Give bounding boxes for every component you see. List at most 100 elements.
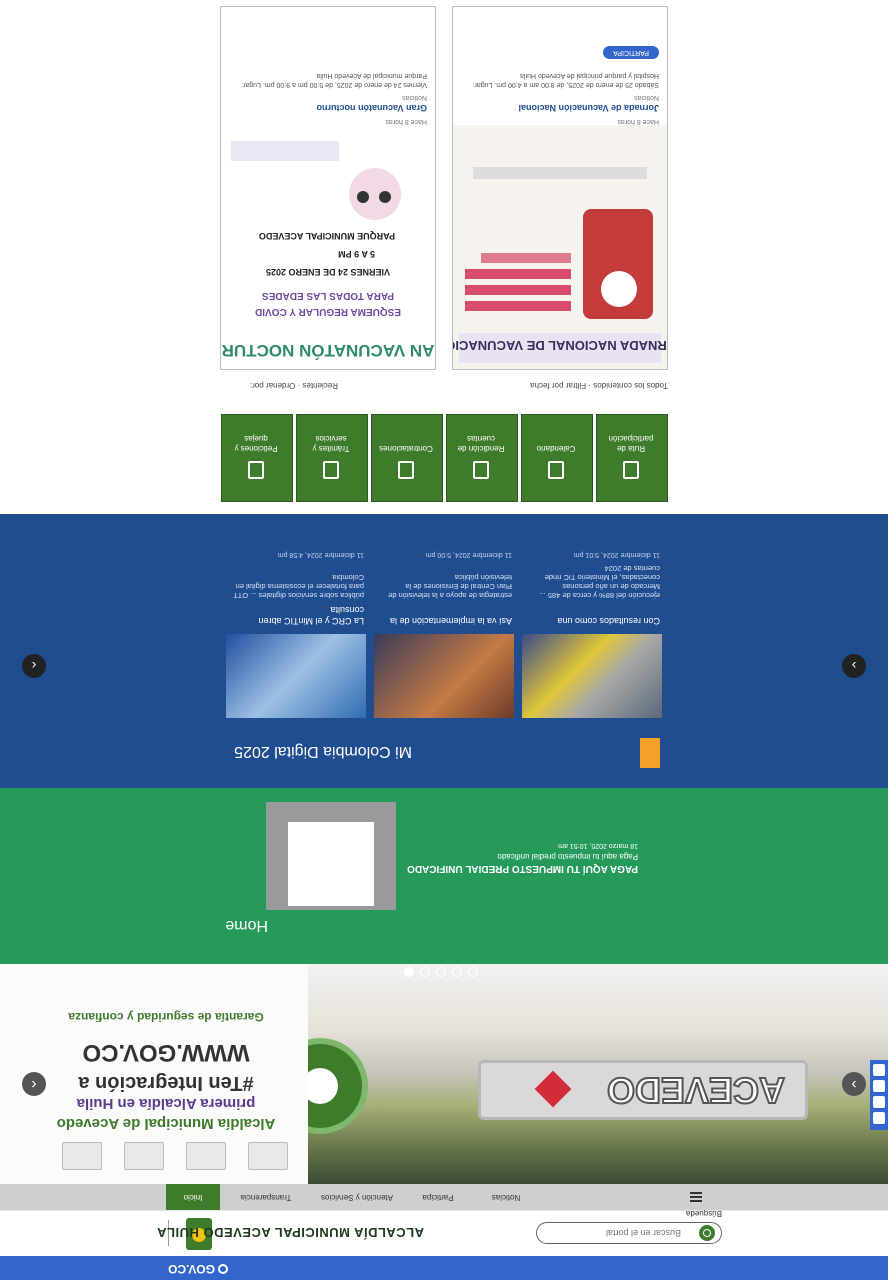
news-card[interactable]: La CRC y el MinTIC abren consulta públic… (226, 551, 366, 718)
accessibility-tool-icon[interactable] (873, 1112, 885, 1124)
hero-carousel: ACEVEDO Alcaldía Municipal de Acevedo pr… (0, 964, 888, 1184)
sort-label: Ordenar por: (249, 381, 296, 390)
govco-logo[interactable]: GOV.CO (168, 1262, 228, 1276)
nav-item-inicio[interactable]: Inicio (166, 1184, 220, 1210)
poster-title: JORNADA NACIONAL DE VACUNACIÓN (453, 338, 667, 353)
news-date: 18 marzo 2025, 10:51 am (558, 842, 638, 849)
news-card-title[interactable]: La CRC y el MinTIC abren consulta (226, 604, 364, 626)
hero-line-5: Garantía de seguridad y confianza (68, 1010, 264, 1024)
accessibility-toolbar (870, 1060, 888, 1130)
carousel-pause-button[interactable]: Detener (70, 966, 102, 976)
hero-line-3: #Ten Integración a (78, 1072, 254, 1094)
tile-label: Contrataciones (379, 444, 433, 453)
tile-peticiones[interactable]: Peticiones y quejas (221, 414, 293, 502)
town-sign: ACEVEDO (478, 1060, 808, 1120)
post-excerpt: Sábado 25 de enero de 2025, de 8:00 am a… (472, 72, 659, 88)
home-section-title: Home (225, 917, 268, 934)
digital-next-arrow-icon[interactable]: › (842, 654, 866, 678)
carousel-dot[interactable] (468, 967, 478, 977)
govco-icon (218, 1264, 228, 1274)
search-icon[interactable] (699, 1225, 715, 1241)
calendar-icon (548, 461, 564, 479)
vaccination-poster: JORNADA NACIONAL DE VACUNACIÓN (453, 125, 667, 369)
tile-tramites[interactable]: Trámites y servicios (296, 414, 368, 502)
tile-label: Calendario (536, 444, 576, 453)
chart-icon (473, 461, 489, 479)
nav-item-noticias[interactable]: Noticias (474, 1184, 538, 1210)
tile-rendicion-cuentas[interactable]: Rendición de cuentas (446, 414, 518, 502)
post-card[interactable]: JORNADA NACIONAL DE VACUNACIÓN Hace 8 ho… (452, 6, 668, 370)
news-image-frame[interactable] (266, 802, 396, 910)
hand-icon (623, 461, 639, 479)
news-card-image (374, 634, 514, 718)
file-icon (248, 461, 264, 479)
news-card[interactable]: Así va la implementación de la estrategi… (374, 551, 514, 718)
mintic-logo (640, 738, 660, 768)
accessibility-tool-icon[interactable] (873, 1064, 885, 1076)
tile-label: Trámites y servicios (312, 434, 350, 453)
digital-prev-arrow-icon[interactable]: ‹ (22, 654, 46, 678)
hero-next-arrow-icon[interactable]: › (842, 1072, 866, 1096)
nav-item-atencion[interactable]: Atención y Servicios (312, 1184, 402, 1210)
tile-label: Peticiones y quejas (234, 434, 278, 453)
news-card-title[interactable]: Así va la implementación de la (374, 615, 512, 626)
post-card[interactable]: GRAN VACUNATÓN NOCTURNO ESQUEMA REGULAR … (220, 6, 436, 370)
date-filter-value: Todos los contenidos (593, 381, 668, 390)
partner-logo (62, 1142, 102, 1170)
date-filter[interactable]: Todos los contenidos · Filtrar por fecha (530, 381, 668, 390)
carousel-dot[interactable] (420, 967, 430, 977)
news-card-date: 11 diciembre 2024, 4:58 pm (277, 551, 364, 558)
hero-slogan-panel: Alcaldía Municipal de Acevedo primera Al… (0, 964, 308, 1184)
post-category: Noticias (402, 94, 427, 101)
main-nav: Inicio Transparencia Atención y Servicio… (0, 1184, 888, 1210)
news-card[interactable]: Con resultados como una ejecución del 88… (522, 551, 662, 718)
news-card-excerpt: pública sobre servicios digitales ... OT… (233, 573, 364, 600)
post-title[interactable]: Gran Vacunatón nocturno (316, 103, 427, 113)
hero-line-1: Alcaldía Municipal de Acevedo (56, 1115, 276, 1132)
news-card-date: 11 diciembre 2024, 5:01 pm (573, 551, 660, 558)
post-meta: Hace 8 horas (385, 118, 427, 125)
hero-carousel-dots (404, 967, 478, 977)
search-input[interactable] (541, 1225, 681, 1241)
partner-logo-strip (48, 1140, 288, 1170)
partner-logo (186, 1142, 226, 1170)
accessibility-tool-icon[interactable] (873, 1080, 885, 1092)
poster-sub: ESQUEMA REGULAR Y COVID (255, 306, 401, 317)
nav-item-transparencia[interactable]: Transparencia (224, 1184, 308, 1210)
hero-line-2: primera Alcaldía en Huila (76, 1095, 256, 1112)
news-card-excerpt: estrategia de apoyo a la televisión de P… (388, 573, 512, 600)
sort-filter[interactable]: Recientes · Ordenar por: (250, 381, 338, 390)
carousel-dot[interactable] (436, 967, 446, 977)
poster-place: PARQUE MUNICIPAL ACEVEDO (259, 231, 395, 241)
carousel-dot[interactable] (452, 967, 462, 977)
partner-logo (248, 1142, 288, 1170)
tile-contrataciones[interactable]: Contrataciones (371, 414, 443, 502)
tile-calendario[interactable]: Calendario (521, 414, 593, 502)
tile-ruta-participacion[interactable]: Ruta de participación (596, 414, 668, 502)
site-brand-title[interactable]: ALCALDÍA MUNICIPAL ACEVEDO HUILA (157, 1225, 424, 1240)
govco-label: GOV.CO (168, 1262, 215, 1276)
post-category: Noticias (634, 94, 659, 101)
news-card-title[interactable]: Con resultados como una (522, 615, 660, 626)
hero-prev-arrow-icon[interactable]: ‹ (22, 1072, 46, 1096)
tile-label: Ruta de participación (608, 434, 654, 453)
content-filters: Todos los contenidos · Filtrar por fecha… (220, 374, 668, 392)
carousel-dot-active[interactable] (404, 967, 414, 977)
nav-item-participa[interactable]: Participa (408, 1184, 468, 1210)
colombia-digital-title: Mi Colombia Digital 2025 (234, 743, 412, 760)
post-excerpt: Viernes 24 de enero de 2025, de 5:00 pm … (241, 72, 427, 88)
poster-time: 5 A 9 PM (338, 249, 375, 259)
hamburger-menu-icon[interactable] (690, 1192, 702, 1202)
poster-date: VIERNES 24 DE ENERO 2025 (266, 267, 390, 277)
date-filter-label: Filtrar por fecha (530, 381, 587, 390)
poster-sub2: PARA TODAS LAS EDADES (262, 290, 394, 301)
hero-line-4: WWW.GOV.CO (82, 1039, 250, 1066)
advanced-search-link[interactable]: Búsqueda (686, 1209, 722, 1218)
participa-button[interactable]: PARTICIPA (603, 46, 659, 59)
accessibility-tool-icon[interactable] (873, 1096, 885, 1108)
post-title[interactable]: Jornada de Vacunación Nacional (518, 103, 659, 113)
colombia-digital-section: Mi Colombia Digital 2025 La CRC y el Min… (0, 514, 888, 788)
hero-photo: ACEVEDO (308, 964, 888, 1184)
news-title-link[interactable]: PAGA AQUÍ TU IMPUESTO PREDIAL UNIFICADO (407, 863, 638, 874)
news-card-image (226, 634, 366, 718)
